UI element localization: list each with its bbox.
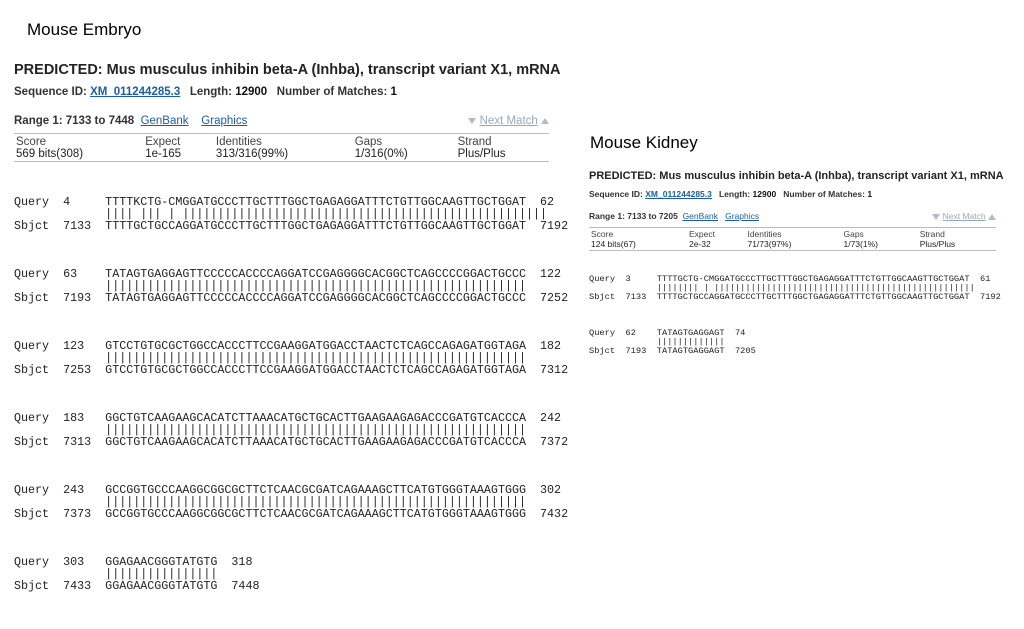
matches-value: 1 xyxy=(390,86,397,98)
sbjct-line: Sbjct 7193 TATAGTGAGGAGT 7205 xyxy=(589,346,756,356)
strand-value: Plus/Plus xyxy=(917,239,996,251)
graphics-link[interactable]: Graphics xyxy=(201,115,247,127)
expect-value: 1e-165 xyxy=(143,148,214,162)
length-value: 12900 xyxy=(752,189,777,199)
score-table: Score Expect Identities Gaps Strand 569 … xyxy=(14,133,549,162)
sbjct-line: Sbjct 7253 GTCCTGTGCGCTGGCCACCCTTCCGAAGG… xyxy=(14,363,569,377)
genbank-link[interactable]: GenBank xyxy=(141,115,189,127)
next-match-label: Next Match xyxy=(479,115,538,127)
length-value: 12900 xyxy=(235,86,268,98)
next-match-label: Next Match xyxy=(942,211,986,221)
sbjct-line: Sbjct 7133 TTTTGCTGCCAGGATGCCCTTGCTTTGGC… xyxy=(14,219,569,233)
alignment-block: Query 63 TATAGTGAGGAGTTCCCCCACCCCAGGATCC… xyxy=(14,268,569,305)
expect-value: 2e-32 xyxy=(686,239,746,251)
next-match-control[interactable]: Next Match xyxy=(932,211,996,221)
blast-result-kidney: PREDICTED: Mus musculus inhibin beta-A (… xyxy=(589,170,1004,383)
alignment-block: Query 4 TTTTKCTG-CMGGATGCCCTTGCTTTGGCTGA… xyxy=(14,196,569,233)
alignment-block: Query 243 GCCGGTGCCCAAGGCGGCGCTTCTCAACGC… xyxy=(14,484,569,521)
genbank-link[interactable]: GenBank xyxy=(683,211,718,221)
alignment-block: Query 303 GGAGAACGGGTATGTG 318 |||||||||… xyxy=(14,556,549,592)
triangle-up-icon xyxy=(541,117,549,124)
matches-label: Number of Matches: xyxy=(783,189,865,199)
sbjct-line: Sbjct 7373 GCCGGTGCCCAAGGCGGCGCTTCTCAACG… xyxy=(14,507,569,521)
expect-header: Expect xyxy=(686,227,746,239)
strand-header: Strand xyxy=(455,133,549,148)
length-label: Length: xyxy=(189,86,232,98)
matches-label: Number of Matches: xyxy=(276,86,388,98)
gaps-header: Gaps xyxy=(841,227,918,239)
alignment-block: Query 123 GTCCTGTGCGCTGGCCACCCTTCCGAAGGA… xyxy=(14,340,569,377)
triangle-down-icon xyxy=(932,213,941,220)
next-match-control[interactable]: Next Match xyxy=(468,115,549,127)
sbjct-line: Sbjct 7133 TTTTGCTGCCAGGATGCCCTTGCTTTGGC… xyxy=(589,292,1001,302)
gaps-header: Gaps xyxy=(352,133,456,148)
range-bar: Range 1: 7133 to 7448 GenBank Graphics N… xyxy=(14,115,549,127)
hit-title: PREDICTED: Mus musculus inhibin beta-A (… xyxy=(589,170,1004,182)
identities-value: 71/73(97%) xyxy=(745,239,842,251)
alignment: Query 3 TTTTGCTG-CMGGATGCCCTTGCTTTGGCTGA… xyxy=(589,257,1001,383)
expect-header: Expect xyxy=(143,133,214,148)
seqid-label: Sequence ID: xyxy=(589,189,643,199)
sequence-info: Sequence ID: XM_011244285.3 Length: 1290… xyxy=(589,189,996,199)
sbjct-line: Sbjct 7433 GGAGAACGGGTATGTG 7448 xyxy=(14,579,260,593)
identities-header: Identities xyxy=(745,227,842,239)
strand-header: Strand xyxy=(917,227,996,239)
blast-result-embryo: PREDICTED: Mus musculus inhibin beta-A (… xyxy=(14,62,569,628)
triangle-up-icon xyxy=(988,213,996,220)
score-header: Score xyxy=(589,227,687,239)
range-label: Range 1: 7133 to 7448 xyxy=(14,115,135,127)
gaps-value: 1/73(1%) xyxy=(841,239,918,251)
sbjct-line: Sbjct 7193 TATAGTGAGGAGTTCCCCCACCCCAGGAT… xyxy=(14,291,569,305)
score-header: Score xyxy=(14,133,144,148)
score-value: 569 bits(308) xyxy=(14,148,144,162)
alignment: Query 4 TTTTKCTG-CMGGATGCCCTTGCTTTGGCTGA… xyxy=(14,172,569,628)
slide-label-mouse-embryo: Mouse Embryo xyxy=(27,20,142,39)
match-line: |||||||||||||||| xyxy=(14,567,218,581)
hit-title: PREDICTED: Mus musculus inhibin beta-A (… xyxy=(14,62,561,78)
seqid-link[interactable]: XM_011244285.3 xyxy=(90,86,180,98)
range-bar: Range 1: 7133 to 7205 GenBank Graphics N… xyxy=(589,211,996,221)
gaps-value: 1/316(0%) xyxy=(352,148,456,162)
score-table: Score Expect Identities Gaps Strand 124 … xyxy=(589,227,996,251)
slide-label-mouse-kidney: Mouse Kidney xyxy=(590,133,698,152)
score-value: 124 bits(67) xyxy=(589,239,687,251)
sequence-info: Sequence ID: XM_011244285.3 Length: 1290… xyxy=(14,86,549,98)
seqid-link[interactable]: XM_011244285.3 xyxy=(645,189,712,199)
strand-value: Plus/Plus xyxy=(455,148,549,162)
identities-header: Identities xyxy=(213,133,353,148)
alignment-block: Query 183 GGCTGTCAAGAAGCACATCTTAAACATGCT… xyxy=(14,412,569,449)
range-label: Range 1: 7133 to 7205 xyxy=(589,211,678,221)
seqid-label: Sequence ID: xyxy=(14,86,87,98)
alignment-block: Query 62 TATAGTGAGGAGT 74 ||||||||||||| S… xyxy=(589,329,996,356)
graphics-link[interactable]: Graphics xyxy=(725,211,759,221)
sbjct-line: Sbjct 7313 GGCTGTCAAGAAGCACATCTTAAACATGC… xyxy=(14,435,569,449)
matches-value: 1 xyxy=(867,189,873,199)
triangle-down-icon xyxy=(468,117,477,124)
alignment-block: Query 3 TTTTGCTG-CMGGATGCCCTTGCTTTGGCTGA… xyxy=(589,275,1001,302)
identities-value: 313/316(99%) xyxy=(213,148,353,162)
length-label: Length: xyxy=(718,189,751,199)
